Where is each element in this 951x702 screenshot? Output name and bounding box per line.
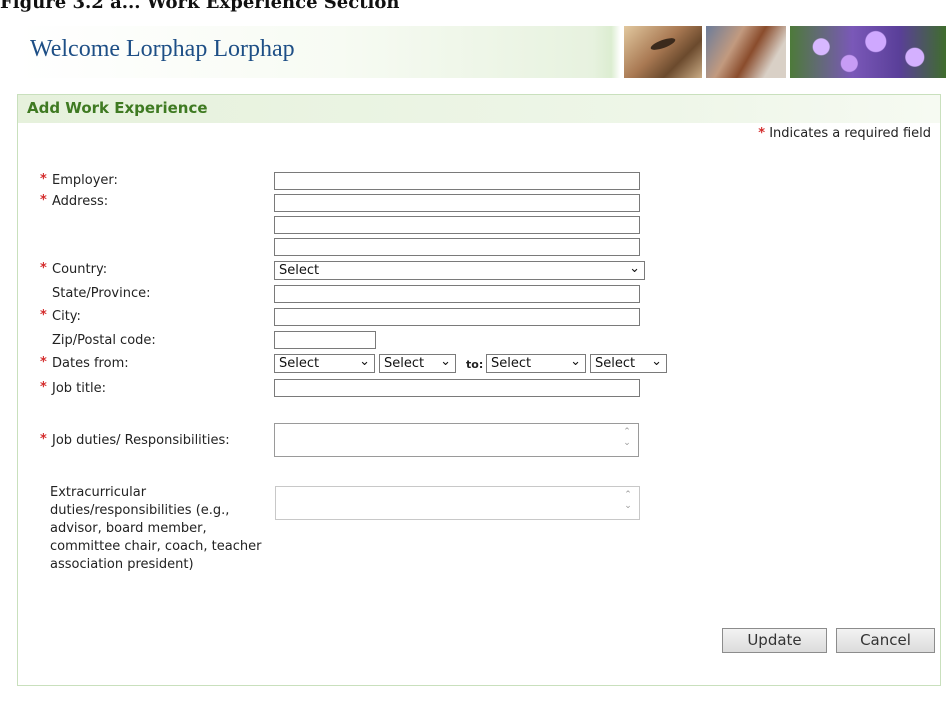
header-photo-strip [624,26,946,78]
to-month-select[interactable]: Select ⌄ [486,354,586,373]
scroll-arrows-icon[interactable]: ⌃ ⌄ [621,427,633,449]
extracurricular-textarea[interactable]: ⌃ ⌄ [275,486,640,520]
required-star: * [758,126,766,141]
required-field-note: * Indicates a required field [758,126,931,141]
dates-from-label: * Dates from: [40,355,129,371]
panel-title: Add Work Experience [18,95,940,123]
bacteria-photo [790,26,946,78]
chevron-down-icon: ⌄ [651,354,662,369]
city-label: * City: [40,308,81,324]
job-duties-label: * Job duties/ Responsibilities: [40,432,230,448]
dates-to-label: to: [466,358,484,371]
welcome-text: Welcome Lorphap Lorphap [30,36,295,62]
to-year-select[interactable]: Select ⌄ [590,354,667,373]
address-line1-input[interactable] [274,194,640,212]
required-star: * [40,193,47,208]
mosquito-photo [624,26,702,78]
employer-input[interactable] [274,172,640,190]
job-title-input[interactable] [274,379,640,397]
add-work-experience-panel: Add Work Experience * Indicates a requir… [17,94,941,686]
required-star: * [40,308,47,323]
required-star: * [40,355,47,370]
scroll-arrows-icon[interactable]: ⌃ ⌄ [622,490,634,512]
chevron-down-icon: ⌄ [629,261,640,276]
country-select[interactable]: Select ⌄ [274,261,645,280]
zip-input[interactable] [274,331,376,349]
required-note-text: Indicates a required field [769,126,931,141]
employer-label: * Employer: [40,172,118,188]
required-star: * [40,172,47,187]
required-star: * [40,380,47,395]
people-photo [706,26,786,78]
chevron-down-icon: ⌄ [359,354,370,369]
required-star: * [40,432,47,447]
from-month-select[interactable]: Select ⌄ [274,354,375,373]
state-label: State/Province: [52,286,151,301]
chevron-down-icon: ⌄ [570,354,581,369]
extracurricular-label: Extracurricular duties/responsibilities … [50,485,262,572]
cancel-button[interactable]: Cancel [836,628,935,653]
zip-label: Zip/Postal code: [52,333,156,348]
job-title-label: * Job title: [40,380,106,396]
from-year-select[interactable]: Select ⌄ [379,354,456,373]
city-input[interactable] [274,308,640,326]
figure-caption: Figure 3.2 a... Work Experience Section [0,0,400,13]
required-star: * [40,261,47,276]
address-line2-input[interactable] [274,216,640,234]
state-input[interactable] [274,285,640,303]
job-duties-textarea[interactable]: ⌃ ⌄ [274,423,639,457]
chevron-down-icon: ⌄ [440,354,451,369]
country-label: * Country: [40,261,108,277]
update-button[interactable]: Update [722,628,827,653]
address-label: * Address: [40,193,109,209]
page-header: Welcome Lorphap Lorphap [16,26,946,78]
address-line3-input[interactable] [274,238,640,256]
